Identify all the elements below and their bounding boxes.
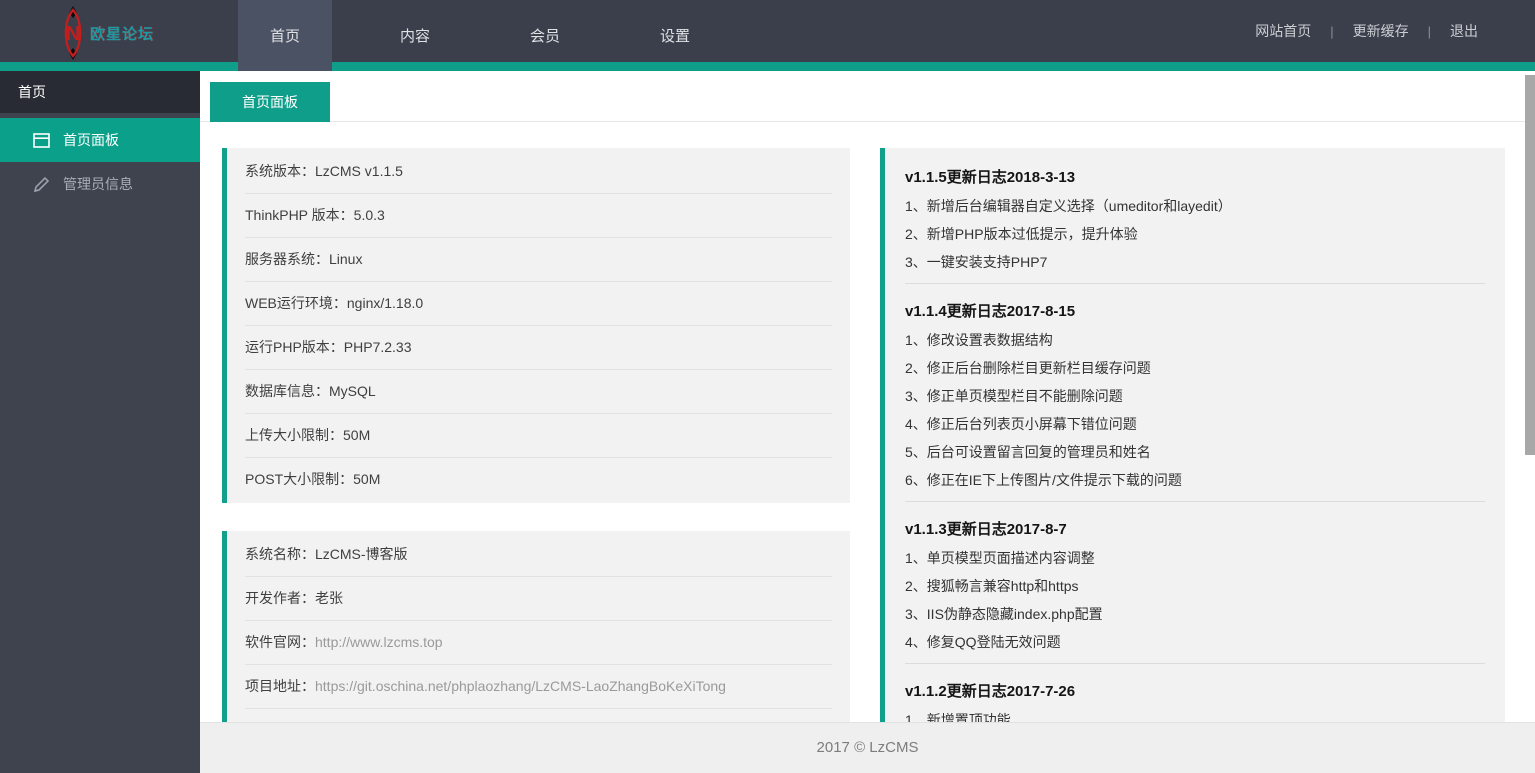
changelog-title: v1.1.2更新日志2017-7-26	[905, 683, 1076, 700]
vertical-scrollbar-thumb[interactable]	[1525, 75, 1535, 455]
site-home-link[interactable]: 网站首页	[1255, 21, 1311, 41]
system-info-row: 系统版本：LzCMS v1.1.5	[245, 150, 832, 194]
about-row: 开发作者：老张	[245, 577, 832, 621]
changelog-item: 1、新增后台编辑器自定义选择（umeditor和layedit）	[905, 198, 1232, 214]
brand-logo[interactable]: N 欧星论坛	[60, 4, 154, 62]
changelog-title: v1.1.5更新日志2018-3-13	[905, 169, 1076, 186]
nav-item-label: 会员	[530, 28, 561, 45]
nav-item-label: 设置	[660, 28, 691, 45]
nav-item-label: 内容	[400, 28, 431, 45]
changelog-item: 6、修正在IE下上传图片/文件提示下载的问题	[905, 472, 1182, 488]
about-row-label: 系统名称：	[245, 546, 315, 562]
sidebar-menu: 首页面板 管理员信息	[0, 113, 200, 206]
quick-links-separator: |	[1330, 23, 1334, 39]
changelog-card: v1.1.5更新日志2018-3-13 1、新增后台编辑器自定义选择（umedi…	[880, 148, 1505, 722]
changelog-title: v1.1.3更新日志2017-8-7	[905, 521, 1067, 538]
tab-home-panel[interactable]: 首页面板	[210, 82, 330, 122]
system-info-row: 服务器系统：Linux	[245, 238, 832, 282]
left-column: 系统版本：LzCMS v1.1.5 ThinkPHP 版本：5.0.3 服务器系…	[222, 148, 850, 722]
system-info-row: WEB运行环境：nginx/1.18.0	[245, 282, 832, 326]
changelog-item: 1、新增置顶功能	[905, 712, 1011, 722]
nav-item[interactable]: 设置	[628, 0, 722, 71]
about-row-label: 软件官网：	[245, 634, 315, 650]
nav-item[interactable]: 会员	[498, 0, 592, 71]
refresh-cache-link[interactable]: 更新缓存	[1353, 21, 1409, 41]
nav-item[interactable]: 内容	[368, 0, 462, 71]
changelog-section: v1.1.5更新日志2018-3-13 1、新增后台编辑器自定义选择（umedi…	[905, 164, 1485, 276]
about-row-value[interactable]: http://www.lzcms.top	[315, 634, 443, 650]
changelog-title: v1.1.4更新日志2017-8-15	[905, 303, 1076, 320]
changelog-section: v1.1.3更新日志2017-8-7 1、单页模型页面描述内容调整 2、搜狐畅言兼…	[905, 501, 1485, 656]
main-content: 首页面板 系统版本：LzCMS v1.1.5 ThinkPHP 版本：5.0.3…	[200, 71, 1535, 722]
about-row-value[interactable]: 老张	[315, 590, 343, 606]
about-row: 软件官网：http://www.lzcms.top	[245, 621, 832, 665]
about-row-value[interactable]: https://git.oschina.net/phplaozhang/LzCM…	[315, 678, 726, 694]
changelog-item: 4、修复QQ登陆无效问题	[905, 634, 1061, 650]
navbar-quick-links: 网站首页 | 更新缓存 | 退出	[1255, 0, 1478, 62]
about-row: 项目地址：https://git.oschina.net/phplaozhang…	[245, 665, 832, 709]
brand-name: 欧星论坛	[90, 25, 155, 43]
changelog-item: 4、修正后台列表页小屏幕下错位问题	[905, 416, 1137, 432]
system-info-row: ThinkPHP 版本：5.0.3	[245, 194, 832, 238]
pencil-icon	[33, 176, 50, 193]
sidebar-item-label: 管理员信息	[63, 176, 133, 192]
changelog-item: 1、修改设置表数据结构	[905, 332, 1053, 348]
about-row-label: 项目地址：	[245, 678, 315, 694]
sidebar: 首页 首页面板 管理员信息	[0, 71, 200, 773]
changelog-item: 2、新增PHP版本过低提示，提升体验	[905, 226, 1138, 242]
sidebar-section-header: 首页	[0, 71, 200, 113]
svg-text:N: N	[66, 23, 80, 45]
nav-item-label: 首页	[270, 28, 301, 45]
changelog-item: 3、IIS伪静态隐藏index.php配置	[905, 606, 1103, 622]
about-row-label: 开发作者：	[245, 590, 315, 606]
changelog-item: 3、修正单页模型栏目不能删除问题	[905, 388, 1123, 404]
sidebar-item-admin-info[interactable]: 管理员信息	[0, 162, 200, 206]
changelog-item: 1、单页模型页面描述内容调整	[905, 550, 1095, 566]
system-info-row: 数据库信息：MySQL	[245, 370, 832, 414]
nav-item[interactable]: 首页	[238, 0, 333, 71]
system-info-card: 系统版本：LzCMS v1.1.5 ThinkPHP 版本：5.0.3 服务器系…	[222, 148, 850, 503]
about-row: 系统名称：LzCMS-博客版	[245, 533, 832, 577]
tab-bar: 首页面板	[200, 71, 1535, 122]
quick-links-separator: |	[1427, 23, 1431, 39]
main-nav: 首页 内容 会员 设置	[238, 0, 722, 71]
navbar-accent-line	[0, 62, 1535, 71]
brand-logo-icon: N	[60, 6, 86, 60]
changelog-section: v1.1.2更新日志2017-7-26 1、新增置顶功能	[905, 663, 1485, 722]
right-column: v1.1.5更新日志2018-3-13 1、新增后台编辑器自定义选择（umedi…	[880, 148, 1505, 722]
system-info-row: POST大小限制：50M	[245, 471, 381, 487]
changelog-item: 3、一键安装支持PHP7	[905, 254, 1048, 270]
system-info-row: 运行PHP版本：PHP7.2.33	[245, 326, 832, 370]
changelog-item: 2、修正后台删除栏目更新栏目缓存问题	[905, 360, 1151, 376]
logout-link[interactable]: 退出	[1450, 21, 1478, 41]
sidebar-item-label: 首页面板	[63, 132, 119, 148]
about-card: 系统名称：LzCMS-博客版 开发作者：老张 软件官网：http://www.l…	[222, 531, 850, 722]
system-info-row: 上传大小限制：50M	[245, 414, 832, 458]
changelog-item: 5、后台可设置留言回复的管理员和姓名	[905, 444, 1151, 460]
footer: 2017 © LzCMS	[200, 722, 1535, 773]
sidebar-item-home-panel[interactable]: 首页面板	[0, 118, 200, 162]
changelog-item: 2、搜狐畅言兼容http和https	[905, 578, 1079, 594]
changelog-section: v1.1.4更新日志2017-8-15 1、修改设置表数据结构 2、修正后台删除栏…	[905, 283, 1485, 494]
window-icon	[33, 132, 50, 149]
about-row-value[interactable]: LzCMS-博客版	[315, 546, 408, 562]
